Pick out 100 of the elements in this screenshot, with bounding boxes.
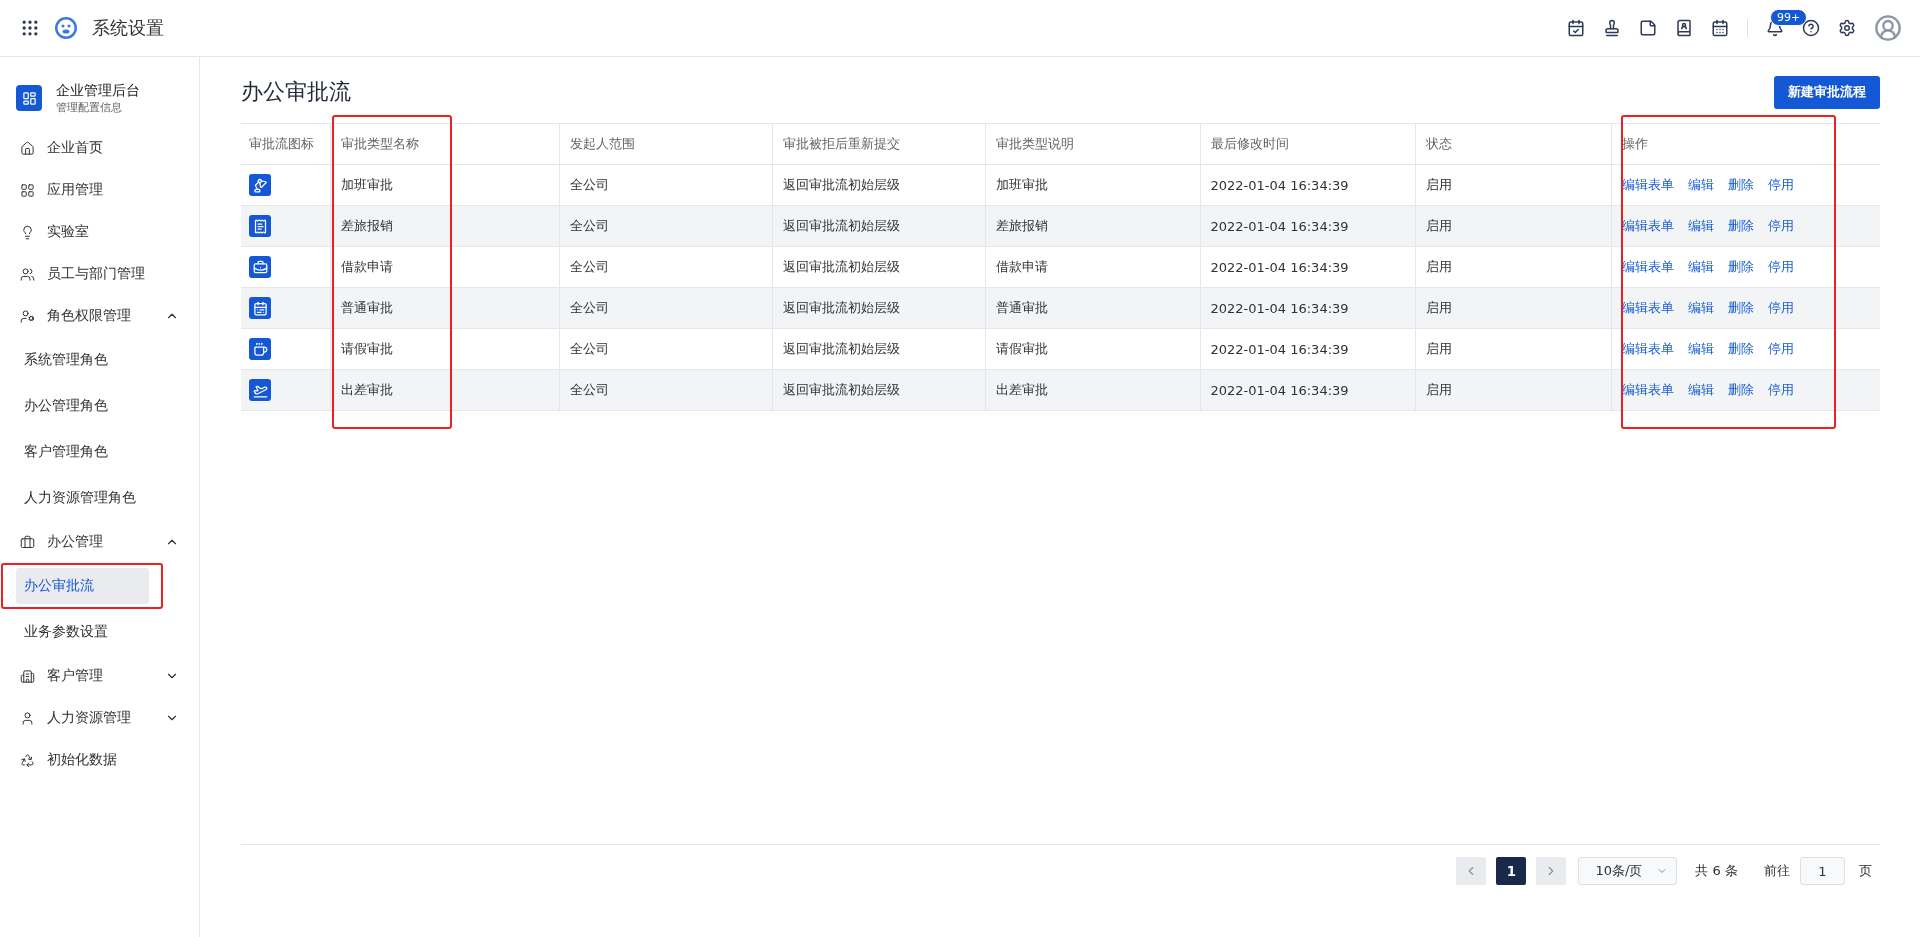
goto-page-field[interactable]: 1 bbox=[1800, 857, 1845, 885]
settings-icon[interactable] bbox=[1838, 19, 1856, 37]
page-size-select[interactable]: 10条/页 bbox=[1578, 857, 1678, 885]
action-link[interactable]: 编辑表单 bbox=[1621, 340, 1674, 358]
table-cell: 2022-01-04 16:34:39 bbox=[1200, 328, 1415, 370]
contact-book-icon[interactable] bbox=[1675, 19, 1693, 37]
stamp-icon[interactable] bbox=[1603, 19, 1621, 37]
sidebar-item[interactable]: 实验室 bbox=[0, 211, 199, 253]
action-link[interactable]: 停用 bbox=[1767, 299, 1794, 317]
admin-subtitle: 管理配置信息 bbox=[56, 99, 123, 115]
column-header: 审批类型说明 bbox=[985, 123, 1200, 165]
table-cell: 启用 bbox=[1415, 205, 1611, 247]
action-link[interactable]: 删除 bbox=[1727, 340, 1754, 358]
table-cell: 全公司 bbox=[559, 328, 772, 370]
total-count: 共 6 条 bbox=[1695, 862, 1738, 880]
help-icon[interactable] bbox=[1802, 19, 1820, 37]
sidebar-subitem[interactable]: 办公审批流 bbox=[16, 568, 149, 604]
action-link[interactable]: 编辑表单 bbox=[1621, 381, 1674, 399]
sidebar-subitem[interactable]: 业务参数设置 bbox=[16, 614, 149, 650]
action-link[interactable]: 停用 bbox=[1767, 340, 1794, 358]
table-cell: 加班审批 bbox=[985, 164, 1200, 206]
table-cell: 返回审批流初始层级 bbox=[772, 369, 985, 411]
table-cell: 2022-01-04 16:34:39 bbox=[1200, 246, 1415, 288]
lightbulb-icon bbox=[20, 224, 35, 240]
avatar-icon[interactable] bbox=[1874, 14, 1902, 42]
table-cell: 返回审批流初始层级 bbox=[772, 287, 985, 329]
action-link[interactable]: 编辑 bbox=[1687, 258, 1714, 276]
table-cell: 加班审批 bbox=[330, 164, 559, 206]
calendar-icon[interactable] bbox=[1711, 19, 1729, 37]
briefcase-icon bbox=[20, 534, 35, 550]
note-icon[interactable] bbox=[1639, 19, 1657, 37]
table-cell: 返回审批流初始层级 bbox=[772, 246, 985, 288]
sidebar-item[interactable]: 角色权限管理 bbox=[0, 295, 199, 337]
airplane-icon bbox=[249, 379, 271, 401]
sidebar-item[interactable]: 企业首页 bbox=[0, 127, 199, 169]
table-cell: 返回审批流初始层级 bbox=[772, 164, 985, 206]
column-header: 操作 bbox=[1611, 123, 1880, 165]
action-link[interactable]: 编辑 bbox=[1687, 381, 1714, 399]
sidebar-subitem[interactable]: 人力资源管理角色 bbox=[16, 480, 149, 516]
users-icon bbox=[20, 266, 35, 282]
action-link[interactable]: 编辑 bbox=[1687, 176, 1714, 194]
column-header: 发起人范围 bbox=[559, 123, 772, 165]
action-link[interactable]: 编辑 bbox=[1687, 340, 1714, 358]
app-title: 系统设置 bbox=[92, 16, 164, 40]
table-cell: 全公司 bbox=[559, 205, 772, 247]
user-icon bbox=[20, 710, 35, 726]
receipt-icon bbox=[249, 215, 271, 237]
table-cell: 全公司 bbox=[559, 369, 772, 411]
sidebar-item[interactable]: 应用管理 bbox=[0, 169, 199, 211]
sidebar-subitem[interactable]: 客户管理角色 bbox=[16, 434, 149, 470]
column-header: 审批类型名称 bbox=[330, 123, 559, 165]
action-link[interactable]: 停用 bbox=[1767, 176, 1794, 194]
action-link[interactable]: 删除 bbox=[1727, 217, 1754, 235]
column-header: 审批流图标 bbox=[241, 123, 330, 165]
calendar-check-icon[interactable] bbox=[1567, 19, 1585, 37]
table-cell: 2022-01-04 16:34:39 bbox=[1200, 164, 1415, 206]
action-link[interactable]: 停用 bbox=[1767, 258, 1794, 276]
action-link[interactable]: 编辑表单 bbox=[1621, 176, 1674, 194]
action-link[interactable]: 停用 bbox=[1767, 217, 1794, 235]
table-cell: 借款申请 bbox=[985, 246, 1200, 288]
admin-title: 企业管理后台 bbox=[56, 81, 140, 100]
recycle-icon bbox=[20, 752, 35, 768]
action-link[interactable]: 停用 bbox=[1767, 381, 1794, 399]
action-link[interactable]: 编辑 bbox=[1687, 217, 1714, 235]
sidebar-subitem[interactable]: 办公管理角色 bbox=[16, 388, 149, 424]
table-cell: 启用 bbox=[1415, 287, 1611, 329]
action-link[interactable]: 编辑表单 bbox=[1621, 258, 1674, 276]
table-cell: 借款申请 bbox=[330, 246, 559, 288]
sidebar-item[interactable]: 人力资源管理 bbox=[0, 697, 199, 739]
sidebar-item[interactable]: 办公管理 bbox=[0, 521, 199, 563]
briefcase-icon bbox=[249, 256, 271, 278]
grid-icon bbox=[20, 182, 35, 198]
table-cell: 2022-01-04 16:34:39 bbox=[1200, 287, 1415, 329]
table-cell: 出差审批 bbox=[330, 369, 559, 411]
sidebar-item[interactable]: 员工与部门管理 bbox=[0, 253, 199, 295]
sidebar-item[interactable]: 客户管理 bbox=[0, 655, 199, 697]
table-cell: 全公司 bbox=[559, 246, 772, 288]
table-cell: 差旅报销 bbox=[330, 205, 559, 247]
action-link[interactable]: 编辑表单 bbox=[1621, 299, 1674, 317]
action-link[interactable]: 删除 bbox=[1727, 299, 1754, 317]
table-cell: 差旅报销 bbox=[985, 205, 1200, 247]
action-link[interactable]: 编辑表单 bbox=[1621, 217, 1674, 235]
page-number[interactable]: 1 bbox=[1496, 857, 1527, 885]
action-link[interactable]: 删除 bbox=[1727, 381, 1754, 399]
action-link[interactable]: 删除 bbox=[1727, 258, 1754, 276]
coffee-cup-icon bbox=[249, 338, 271, 360]
home-icon bbox=[20, 140, 35, 156]
table-cell: 全公司 bbox=[559, 164, 772, 206]
dashboard-icon bbox=[16, 85, 42, 111]
table-cell: 普通审批 bbox=[985, 287, 1200, 329]
apps-grid-icon[interactable] bbox=[20, 18, 40, 38]
sidebar-subitem[interactable]: 系统管理角色 bbox=[16, 342, 149, 378]
table-cell: 2022-01-04 16:34:39 bbox=[1200, 369, 1415, 411]
building-icon bbox=[20, 668, 35, 684]
action-link[interactable]: 编辑 bbox=[1687, 299, 1714, 317]
sidebar-item[interactable]: 初始化数据 bbox=[0, 739, 199, 781]
user-gear-icon bbox=[20, 308, 35, 324]
action-link[interactable]: 删除 bbox=[1727, 176, 1754, 194]
table-cell: 返回审批流初始层级 bbox=[772, 328, 985, 370]
new-flow-button[interactable]: 新建审批流程 bbox=[1774, 75, 1880, 109]
